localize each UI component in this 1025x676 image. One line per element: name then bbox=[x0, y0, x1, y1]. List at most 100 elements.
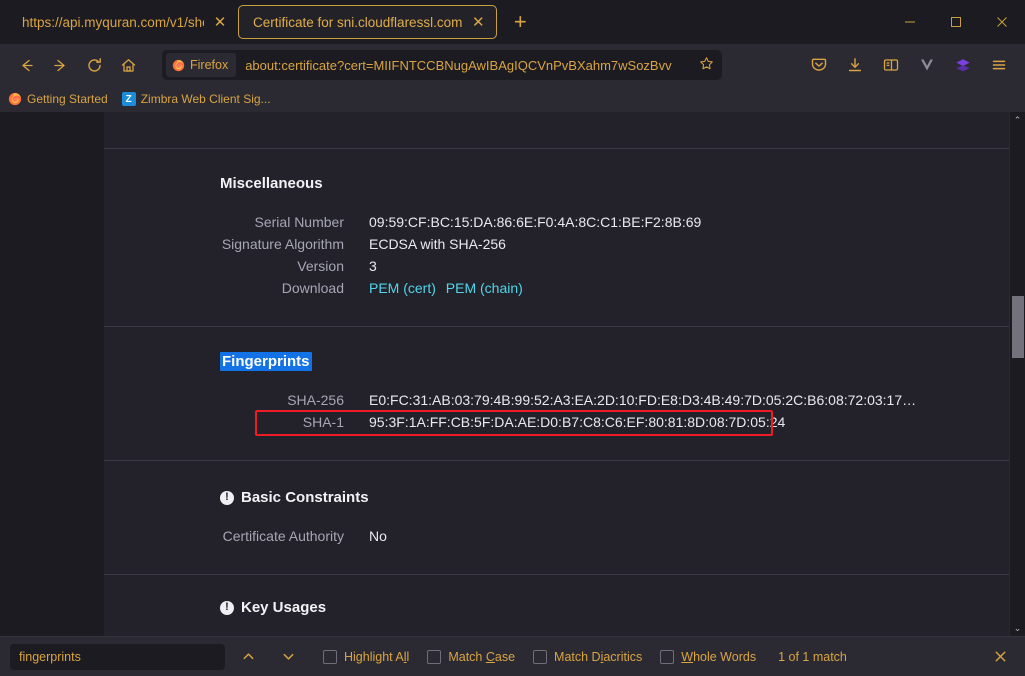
firefox-icon bbox=[172, 59, 185, 71]
row-certificate-authority: Certificate Authority No bbox=[104, 528, 1009, 544]
layers-extension-icon[interactable] bbox=[947, 49, 979, 81]
vertical-scrollbar[interactable]: ⌃ ⌄ bbox=[1009, 112, 1025, 636]
section-fingerprints: Fingerprints SHA-256 E0:FC:31:AB:03:79:4… bbox=[104, 327, 1009, 460]
section-title: ! Basic Constraints bbox=[220, 489, 369, 506]
minimize-icon[interactable] bbox=[887, 0, 933, 44]
navigation-toolbar: Firefox about:certificate?cert=MIIFNTCCB… bbox=[0, 44, 1025, 86]
checkbox-label: Match bbox=[448, 649, 486, 664]
browser-window: https://api.myquran.com/v1/sholat/ ✕ Cer… bbox=[0, 0, 1025, 676]
tab-title: https://api.myquran.com/v1/sholat/ bbox=[22, 14, 204, 30]
accesskey: C bbox=[485, 649, 495, 664]
search-match-highlight: Fingerprints bbox=[220, 352, 312, 371]
section-miscellaneous: Miscellaneous Serial Number 09:59:CF:BC:… bbox=[104, 149, 1009, 326]
row-download: Download PEM (cert) PEM (chain) bbox=[104, 280, 1009, 296]
bookmarks-toolbar: Getting Started Z Zimbra Web Client Sig.… bbox=[0, 86, 1025, 112]
field-label: Download bbox=[281, 280, 344, 296]
row-serial-number: Serial Number 09:59:CF:BC:15:DA:86:6E:F0… bbox=[104, 214, 1009, 230]
scroll-down-arrow-icon[interactable]: ⌄ bbox=[1010, 620, 1025, 636]
field-value: 04:F9:F3:EB:BD:AF:AB:6F:A5:B0:FC:F9:0F:6… bbox=[369, 112, 939, 115]
section-title: ! Key Usages bbox=[220, 599, 326, 616]
reload-icon[interactable] bbox=[78, 49, 110, 81]
identity-box[interactable]: Firefox bbox=[166, 53, 237, 77]
close-icon[interactable]: ✕ bbox=[212, 15, 228, 30]
field-value: ECDSA with SHA-256 bbox=[369, 236, 506, 252]
highlight-all-checkbox[interactable]: Highlight All bbox=[323, 649, 409, 664]
close-findbar-icon[interactable] bbox=[985, 642, 1015, 672]
bookmark-label: Zimbra Web Client Sig... bbox=[140, 92, 271, 106]
field-value: No bbox=[369, 528, 387, 544]
find-match-status: 1 of 1 match bbox=[778, 649, 847, 664]
field-label: Public Value bbox=[104, 112, 344, 115]
home-icon[interactable] bbox=[112, 49, 144, 81]
row-signature-algorithm: Signature Algorithm ECDSA with SHA-256 bbox=[104, 236, 1009, 252]
new-tab-button[interactable]: + bbox=[507, 11, 533, 33]
firefox-icon bbox=[8, 92, 22, 106]
checkbox-label: Match D bbox=[554, 649, 601, 664]
window-controls bbox=[887, 0, 1025, 44]
field-label: SHA-256 bbox=[287, 392, 344, 408]
field-value: E0:FC:31:AB:03:79:4B:99:52:A3:EA:2D:10:F… bbox=[369, 392, 917, 408]
find-input[interactable] bbox=[10, 643, 225, 670]
find-next-icon[interactable] bbox=[271, 643, 305, 671]
scroll-up-arrow-icon[interactable]: ⌃ bbox=[1010, 112, 1025, 128]
pem-cert-link[interactable]: PEM (cert) bbox=[369, 280, 436, 296]
section-title-label: Key Usages bbox=[241, 599, 327, 616]
forward-icon[interactable] bbox=[44, 49, 76, 81]
back-icon[interactable] bbox=[10, 49, 42, 81]
clipped-public-value-row: Public Value 04:F9:F3:EB:BD:AF:AB:6F:A5:… bbox=[104, 112, 1009, 148]
exclamation-icon: ! bbox=[220, 600, 234, 615]
row-version: Version 3 bbox=[104, 258, 1009, 274]
section-title: Fingerprints bbox=[220, 352, 1009, 371]
tab-strip: https://api.myquran.com/v1/sholat/ ✕ Cer… bbox=[0, 0, 1025, 44]
tab-api-myquran[interactable]: https://api.myquran.com/v1/sholat/ ✕ bbox=[8, 5, 238, 39]
bookmark-zimbra[interactable]: Z Zimbra Web Client Sig... bbox=[121, 92, 271, 106]
section-title-label: Basic Constraints bbox=[241, 489, 369, 506]
pocket-icon[interactable] bbox=[803, 49, 835, 81]
whole-words-checkbox[interactable]: Whole Words bbox=[660, 649, 756, 664]
row-sha256: SHA-256 E0:FC:31:AB:03:79:4B:99:52:A3:EA… bbox=[104, 392, 1009, 408]
app-menu-icon[interactable] bbox=[983, 49, 1015, 81]
tab-title: Certificate for sni.cloudflaressl.com bbox=[253, 14, 463, 30]
vimium-extension-icon[interactable] bbox=[911, 49, 943, 81]
field-label: Signature Algorithm bbox=[221, 236, 344, 252]
pem-chain-link[interactable]: PEM (chain) bbox=[446, 280, 523, 296]
accesskey: W bbox=[681, 649, 694, 664]
certificate-page: Public Value 04:F9:F3:EB:BD:AF:AB:6F:A5:… bbox=[0, 112, 1009, 636]
tab-certificate[interactable]: Certificate for sni.cloudflaressl.com ✕ bbox=[238, 5, 498, 39]
identity-label: Firefox bbox=[190, 58, 229, 72]
match-diacritics-checkbox[interactable]: Match Diacritics bbox=[533, 649, 642, 664]
field-label: Certificate Authority bbox=[222, 528, 344, 544]
field-value: 3 bbox=[369, 258, 377, 274]
sidebar-icon[interactable] bbox=[875, 49, 907, 81]
address-bar[interactable]: Firefox about:certificate?cert=MIIFNTCCB… bbox=[162, 50, 722, 80]
field-value: 09:59:CF:BC:15:DA:86:6E:F0:4A:8C:C1:BE:F… bbox=[369, 214, 702, 230]
section-basic-constraints: ! Basic Constraints Certificate Authorit… bbox=[104, 461, 1009, 574]
find-toolbar: Highlight All Match Case Match Diacritic… bbox=[0, 636, 1025, 676]
find-previous-icon[interactable] bbox=[231, 643, 265, 671]
field-label: SHA-1 bbox=[302, 414, 344, 430]
bookmark-star-icon[interactable] bbox=[697, 56, 716, 75]
field-label: Version bbox=[297, 258, 344, 274]
maximize-icon[interactable] bbox=[933, 0, 979, 44]
section-key-usages: ! Key Usages bbox=[104, 575, 1009, 636]
toolbar-icons bbox=[803, 49, 1015, 81]
checkbox-box[interactable] bbox=[660, 649, 675, 664]
bookmark-label: Getting Started bbox=[27, 92, 108, 106]
certificate-card: Public Value 04:F9:F3:EB:BD:AF:AB:6F:A5:… bbox=[104, 112, 1009, 636]
bookmark-getting-started[interactable]: Getting Started bbox=[8, 92, 108, 106]
checkbox-box[interactable] bbox=[427, 649, 442, 664]
checkbox-label: Highlight A bbox=[344, 649, 404, 664]
zimbra-icon: Z bbox=[121, 92, 136, 106]
downloads-icon[interactable] bbox=[839, 49, 871, 81]
url-text[interactable]: about:certificate?cert=MIIFNTCCBNugAwIBA… bbox=[245, 58, 697, 73]
section-title: Miscellaneous bbox=[220, 175, 323, 192]
checkbox-box[interactable] bbox=[533, 649, 548, 664]
content-viewport: Public Value 04:F9:F3:EB:BD:AF:AB:6F:A5:… bbox=[0, 112, 1025, 636]
match-case-checkbox[interactable]: Match Case bbox=[427, 649, 515, 664]
close-icon[interactable]: ✕ bbox=[470, 15, 486, 30]
close-icon[interactable] bbox=[979, 0, 1025, 44]
scrollbar-thumb[interactable] bbox=[1012, 296, 1024, 358]
checkbox-box[interactable] bbox=[323, 649, 337, 664]
field-label: Serial Number bbox=[254, 214, 344, 230]
field-value: 95:3F:1A:FF:CB:5F:DA:AE:D0:B7:C8:C6:EF:8… bbox=[369, 414, 786, 430]
